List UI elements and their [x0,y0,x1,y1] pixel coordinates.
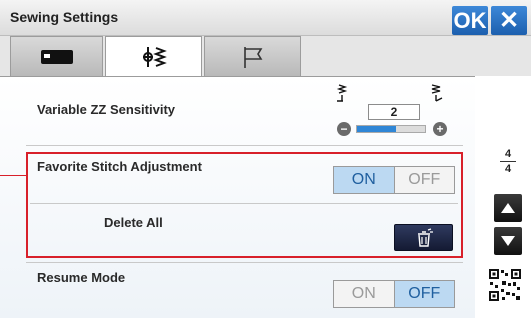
divider [26,145,463,146]
zz-slider-fill [357,126,396,132]
arrow-up-icon [501,203,515,213]
callout-line [0,175,26,176]
trash-icon [417,227,433,247]
title-bar: Sewing Settings OK ✕ [0,0,531,36]
delete-all-button[interactable] [394,224,453,251]
close-button[interactable]: ✕ [491,6,527,35]
resume-mode-toggle: ON OFF [333,280,455,308]
plus-icon: + [436,122,444,136]
favorite-stitch-off-button[interactable]: OFF [395,167,455,193]
close-icon: ✕ [498,7,520,34]
narrow-zigzag-icon [336,84,348,102]
resume-mode-off-button[interactable]: OFF [394,281,454,307]
zz-value: 2 [390,105,398,119]
tab-strip [0,36,531,77]
page-up-button[interactable] [494,194,522,222]
minus-icon: − [340,122,348,136]
page-down-button[interactable] [494,227,522,255]
wide-zigzag-icon [431,84,443,102]
tab-embroidery-settings[interactable] [204,36,301,76]
flag-icon [243,46,262,68]
window-title: Sewing Settings [10,9,119,25]
zz-decrease-button[interactable]: − [337,122,351,136]
tab-stitch-settings[interactable] [105,36,202,77]
divider [30,203,458,204]
zz-increase-button[interactable]: + [433,122,447,136]
ok-button[interactable]: OK [452,6,488,35]
sewing-machine-icon [40,49,73,64]
favorite-stitch-on-button[interactable]: ON [334,167,395,193]
page-fraction-line [500,161,516,162]
variable-zz-label: Variable ZZ Sensitivity [37,102,175,117]
page-total: 4 [504,163,512,175]
delete-all-label: Delete All [104,215,163,230]
favorite-stitch-label: Favorite Stitch Adjustment [37,159,202,174]
zz-value-display: 2 [368,104,420,120]
zz-slider-track[interactable] [356,125,426,133]
stitch-icon [142,47,167,67]
resume-mode-on-button[interactable]: ON [334,281,395,307]
arrow-down-icon [501,236,515,246]
page-current: 4 [504,148,512,160]
tab-machine-settings[interactable] [10,36,103,76]
favorite-stitch-toggle: ON OFF [333,166,455,194]
divider [26,262,463,263]
qr-code-icon[interactable] [488,268,522,302]
resume-mode-label: Resume Mode [37,270,126,285]
